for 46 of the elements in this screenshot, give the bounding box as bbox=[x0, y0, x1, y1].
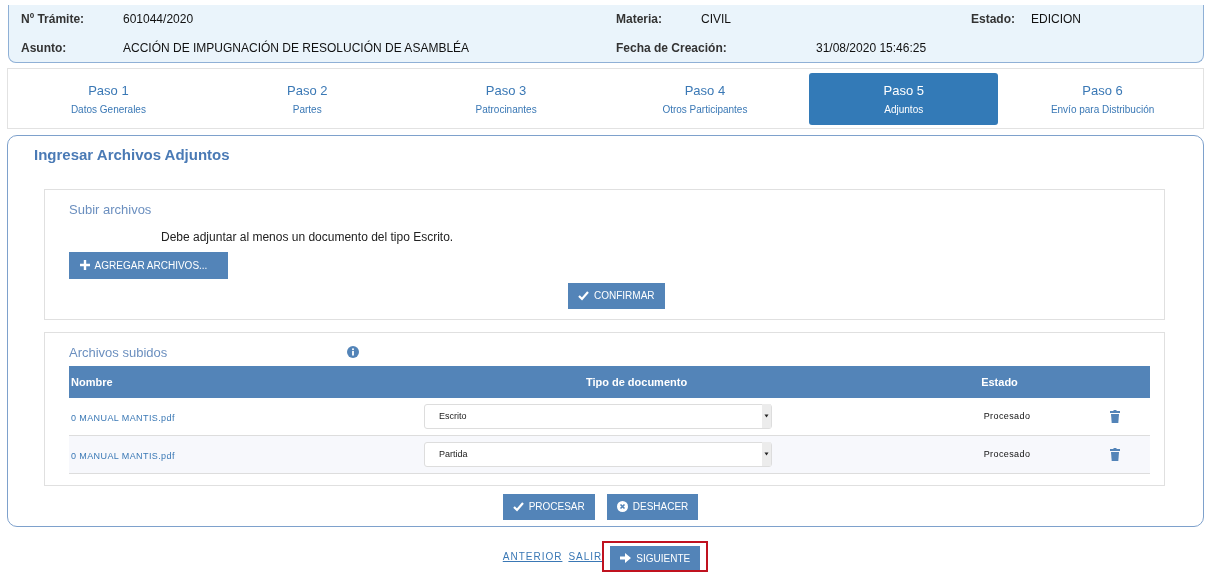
trash-icon[interactable] bbox=[1110, 447, 1120, 461]
column-header: Estado bbox=[981, 375, 1018, 388]
step-tab[interactable]: Paso 1 Datos Generales bbox=[14, 72, 203, 125]
field-value: 31/08/2020 15:46:25 bbox=[816, 40, 927, 55]
field-value: EDICION bbox=[1031, 12, 1081, 27]
document-type-select[interactable]: Partida bbox=[424, 441, 772, 467]
x-circle-icon bbox=[616, 501, 628, 513]
action-button[interactable]: DESHACER bbox=[606, 493, 699, 520]
next-button[interactable]: SIGUIENTE bbox=[610, 546, 701, 570]
check-icon bbox=[578, 290, 589, 301]
field-label: Nº Trámite: bbox=[21, 12, 85, 27]
add-files-button[interactable]: AGREGAR ARCHIVOS... bbox=[69, 251, 228, 279]
trash-icon[interactable] bbox=[1110, 409, 1120, 423]
step-tab[interactable]: Paso 4 Otros Participantes bbox=[610, 72, 800, 125]
field-value: 601044/2020 bbox=[123, 12, 194, 27]
status-text: Procesado bbox=[983, 411, 1031, 422]
info-icon[interactable] bbox=[347, 346, 360, 359]
section-title: Archivos subidos bbox=[69, 344, 168, 360]
notice-text: Debe adjuntar al menos un documento del tipo Escrito. bbox=[161, 229, 455, 244]
step-tab[interactable]: Paso 6 Envío para Distribución bbox=[1008, 72, 1197, 125]
confirm-button[interactable]: CONFIRMAR bbox=[568, 282, 665, 309]
document-type-select[interactable]: Escrito bbox=[424, 403, 772, 429]
field-value: CIVIL bbox=[701, 12, 731, 27]
field-value: ACCIÓN DE IMPUGNACIÓN DE RESOLUCIÓN DE ASAMBLÉA bbox=[123, 40, 470, 55]
panel-title: Ingresar Archivos Adjuntos bbox=[34, 145, 231, 163]
field-label: Fecha de Creación: bbox=[616, 40, 727, 55]
column-header: Tipo de documento bbox=[585, 375, 688, 388]
status-text: Procesado bbox=[983, 449, 1031, 460]
section-title: Subir archivos bbox=[69, 201, 153, 217]
nav-link[interactable]: ANTERIOR bbox=[502, 551, 563, 562]
caret-icon bbox=[762, 442, 771, 467]
column-header: Nombre bbox=[70, 375, 113, 388]
plus-icon bbox=[79, 260, 90, 271]
action-button[interactable]: PROCESAR bbox=[502, 493, 595, 520]
nav-link[interactable]: SALIR bbox=[568, 551, 603, 562]
step-tab[interactable]: Paso 2 Partes bbox=[212, 72, 402, 125]
step-tab[interactable]: Paso 5 Adjuntos bbox=[809, 72, 999, 125]
field-label: Estado: bbox=[971, 12, 1015, 27]
field-label: Materia: bbox=[616, 12, 662, 27]
caret-icon bbox=[762, 404, 771, 429]
arrow-right-icon bbox=[620, 553, 632, 563]
step-tab[interactable]: Paso 3 Patrocinantes bbox=[411, 72, 601, 125]
check-icon bbox=[512, 501, 524, 512]
field-label: Asunto: bbox=[21, 40, 67, 55]
file-link[interactable]: 0 MANUAL MANTIS.pdf bbox=[69, 451, 175, 462]
file-link[interactable]: 0 MANUAL MANTIS.pdf bbox=[69, 413, 175, 424]
